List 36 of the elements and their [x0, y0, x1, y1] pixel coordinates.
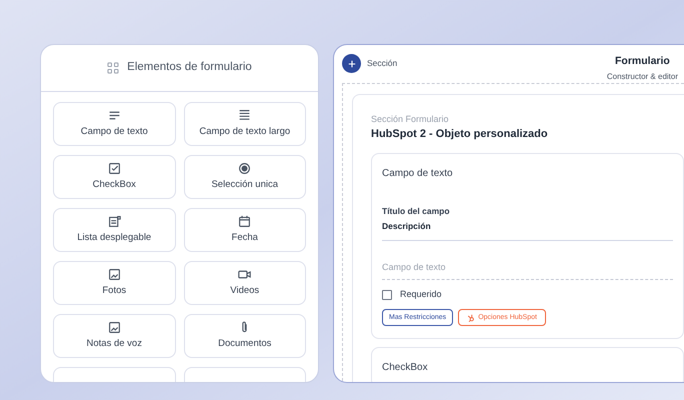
builder-subtitle: Constructor & editor — [606, 70, 678, 83]
form-element-tile[interactable]: Notas de voz — [53, 314, 176, 358]
text-lines-icon — [238, 108, 252, 122]
image-icon — [108, 320, 121, 334]
form-element-tile[interactable]: Documentos — [184, 314, 306, 358]
calendar-icon — [238, 214, 252, 228]
section-caption: Sección Formulario — [371, 112, 450, 126]
sprocket-icon — [467, 314, 476, 322]
form-element-tile[interactable]: Videos — [184, 261, 306, 305]
panel-title: Elementos de formulario — [127, 60, 252, 76]
list-icon — [108, 214, 121, 228]
grid-icon — [107, 62, 120, 74]
required-label: Requerido — [400, 288, 442, 301]
form-element-tile[interactable]: Campo de texto largo — [184, 102, 306, 146]
image-icon — [108, 268, 121, 281]
form-element-tile[interactable]: Fecha — [184, 208, 306, 252]
text-input-field[interactable]: Campo de texto — [382, 261, 673, 280]
field-type-label: Campo de texto — [382, 166, 454, 181]
form-element-tile[interactable]: Selección unica — [184, 155, 306, 199]
required-checkbox[interactable] — [382, 290, 392, 300]
add-section-button[interactable] — [342, 54, 361, 73]
field-title-value: Descripción — [382, 220, 673, 242]
form-element-tile[interactable]: CheckBox — [53, 155, 176, 199]
builder-title: Formulario — [615, 54, 670, 69]
form-element-tile[interactable]: Campo de texto — [53, 102, 176, 146]
section-name: HubSpot 2 - Objeto personalizado — [371, 127, 549, 142]
field-title-label: Título del campo — [382, 204, 451, 218]
form-element-tile[interactable]: Fotos — [53, 261, 176, 305]
field-type-label: CheckBox — [382, 361, 429, 376]
text-lines-icon — [108, 108, 121, 122]
plus-icon — [348, 60, 356, 68]
video-camera-icon — [238, 268, 252, 281]
form-element-tile[interactable]: Lista desplegable — [53, 208, 176, 252]
checkbox-icon — [108, 162, 121, 175]
add-section-label: Sección — [367, 57, 398, 70]
radio-icon — [238, 162, 252, 175]
